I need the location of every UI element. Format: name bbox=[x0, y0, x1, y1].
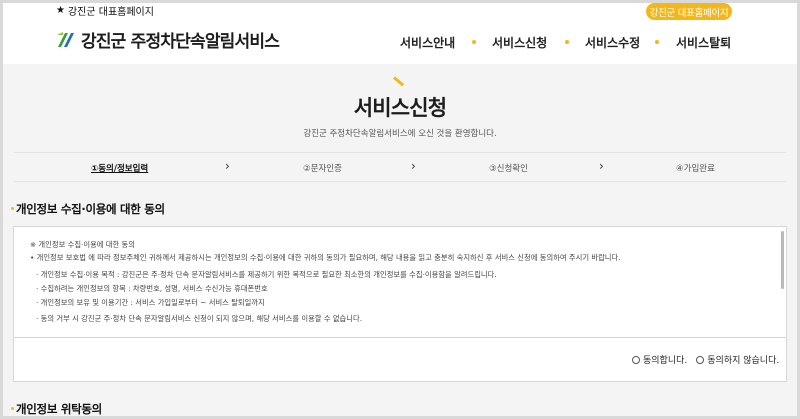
step-sms-auth: ②문자인증 bbox=[303, 164, 342, 174]
step-confirm: ③신청확인 bbox=[489, 164, 528, 174]
section-bullet-dot bbox=[11, 407, 14, 410]
step-complete: ④가입완료 bbox=[676, 164, 715, 174]
chevron-right-icon: › bbox=[411, 159, 416, 173]
entrust-section-title: 개인정보 위탁동의 bbox=[16, 402, 102, 416]
terms-item: · 수집하려는 개인정보의 항목 : 차량번호, 성명, 서비스 수신가능 휴대… bbox=[36, 284, 268, 293]
terms-heading: ※ 개인정보 수집·이용에 대한 동의 bbox=[30, 240, 135, 249]
star-icon: ★ bbox=[56, 5, 65, 16]
step-consent-info: ①동의/정보입력 bbox=[91, 164, 149, 174]
radio-circle-icon[interactable] bbox=[632, 355, 640, 364]
terms-item: · 동의 거부 시 강진군 주·정차 단속 문자알림서비스 신청이 되지 않으며… bbox=[36, 314, 363, 323]
terms-item: · 개인정보 수집·이용 목적 : 강진군은 주·정차 단속 문자알림서비스를 … bbox=[36, 270, 497, 279]
consent-section-title: 개인정보 수집·이용에 대한 동의 bbox=[16, 202, 165, 216]
terms-box[interactable]: ※ 개인정보 수집·이용에 대한 동의 • 개인정보 보호법 에 따라 정보주체… bbox=[13, 226, 787, 338]
home-page-button[interactable]: 강진군 대표홈페이지 bbox=[646, 3, 732, 20]
radio-circle-icon[interactable] bbox=[696, 355, 705, 364]
nav-service-guide[interactable]: 서비스안내 bbox=[400, 34, 455, 51]
chevron-right-icon: › bbox=[225, 159, 230, 173]
consent-radio-group: 동의합니다. 동의하지 않습니다. bbox=[632, 353, 779, 366]
disagree-radio[interactable]: 동의하지 않습니다. bbox=[696, 353, 779, 366]
terms-item: · 개인정보의 보유 및 이용기간 : 서비스 가입일로부터 ~ 서비스 탈퇴일… bbox=[36, 298, 265, 307]
nav-separator-dot bbox=[655, 40, 659, 44]
nav-separator-dot bbox=[565, 40, 569, 44]
nav-service-apply[interactable]: 서비스신청 bbox=[492, 34, 547, 51]
terms-intro: • 개인정보 보호법 에 따라 정보주체인 귀하께서 제공하시는 개인정보의 수… bbox=[30, 253, 621, 262]
disagree-radio-label: 동의하지 않습니다. bbox=[707, 356, 780, 366]
terms-scrollbar[interactable] bbox=[781, 231, 784, 289]
site-header: ★ 강진군 대표홈페이지 강진군 대표홈페이지 강진군 주정차단속알림서비스 서… bbox=[0, 0, 800, 62]
top-home-link-label: 강진군 대표홈페이지 bbox=[67, 7, 154, 18]
main-nav: 서비스안내 서비스신청 서비스수정 서비스탈퇴 bbox=[0, 34, 800, 52]
step-indicator: ①동의/정보입력 › ②문자인증 › ③신청확인 › ④가입완료 bbox=[14, 152, 786, 182]
section-bullet-dot bbox=[11, 207, 14, 210]
nav-service-edit[interactable]: 서비스수정 bbox=[585, 34, 640, 51]
page-subtitle: 강진군 주정차단속알림서비스에 오신 것을 환영합니다. bbox=[303, 129, 497, 139]
top-home-link[interactable]: ★ 강진군 대표홈페이지 bbox=[56, 3, 154, 18]
nav-service-withdraw[interactable]: 서비스탈퇴 bbox=[676, 34, 731, 51]
agree-radio-label: 동의합니다. bbox=[643, 356, 688, 366]
agree-radio[interactable]: 동의합니다. bbox=[632, 353, 687, 366]
chevron-right-icon: › bbox=[599, 159, 604, 173]
nav-separator-dot bbox=[472, 40, 476, 44]
page-title: 서비스신청 bbox=[353, 96, 447, 120]
